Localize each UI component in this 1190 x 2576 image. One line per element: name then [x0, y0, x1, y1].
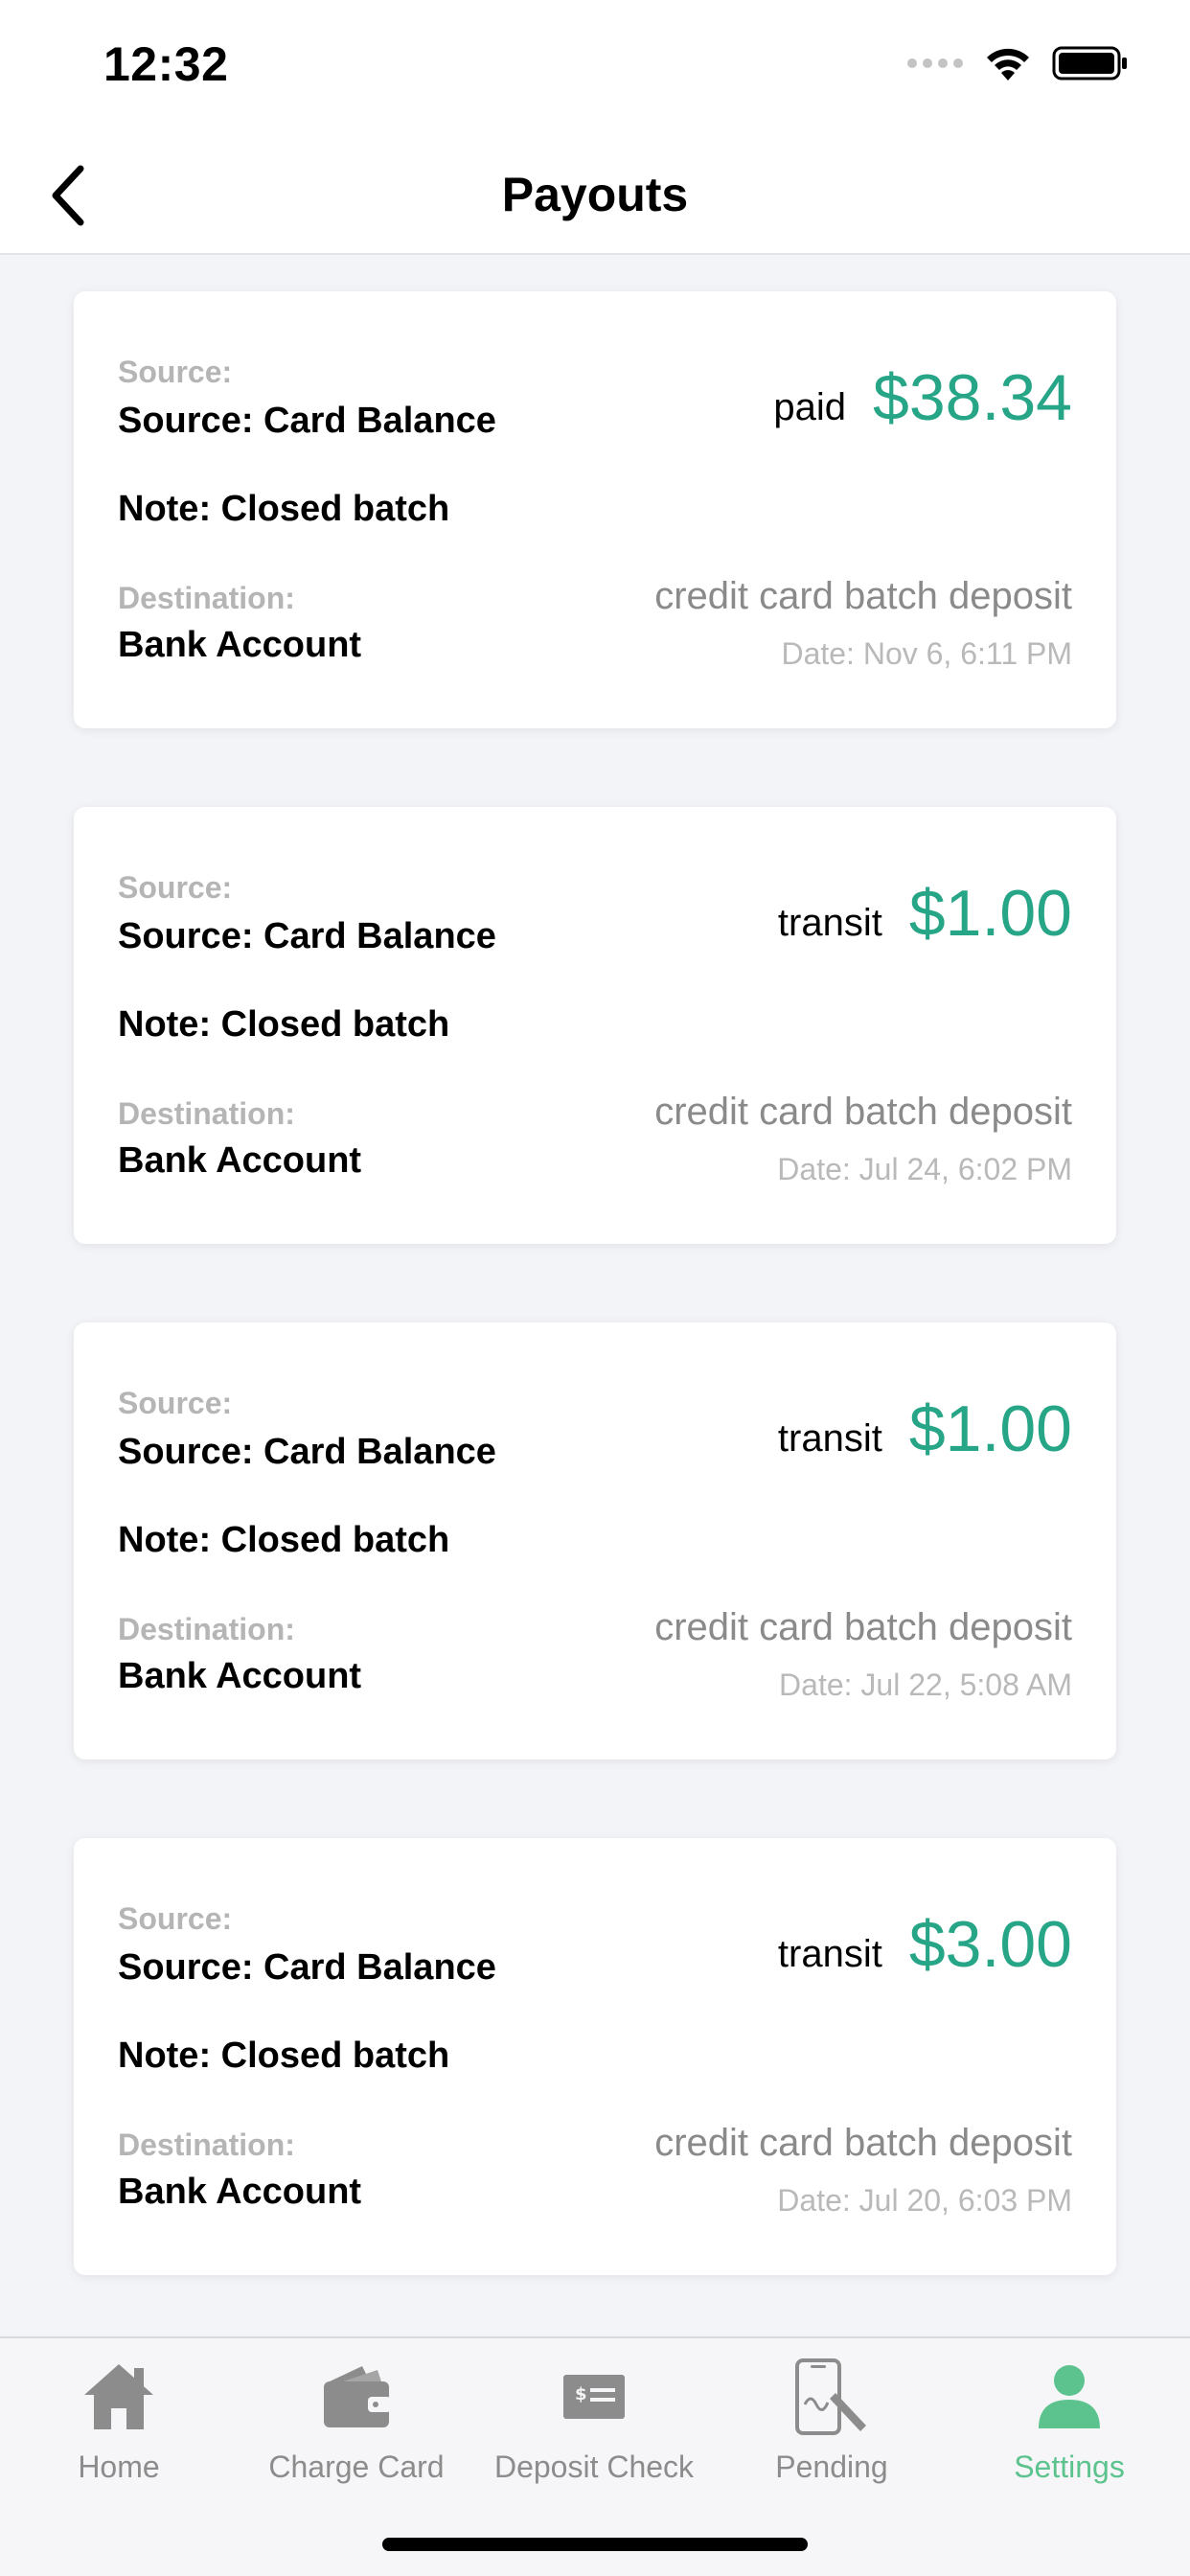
home-icon: [84, 2364, 153, 2429]
payout-amount: $1.00: [908, 877, 1072, 950]
source-value: Source: Card Balance: [118, 401, 496, 441]
source-label: Source:: [118, 355, 233, 389]
battery-icon: [1052, 46, 1127, 80]
payout-type: credit card batch deposit: [654, 1606, 1072, 1648]
wifi-icon: [987, 48, 1029, 80]
back-button[interactable]: [27, 155, 107, 236]
payout-type: credit card batch deposit: [654, 2122, 1072, 2164]
payout-status: transit: [777, 1417, 882, 1460]
note-text: Note: Closed batch: [118, 2036, 450, 2076]
source-label: Source:: [118, 1386, 233, 1420]
payout-date: Date: Jul 22, 5:08 AM: [779, 1668, 1072, 1702]
payout-list[interactable]: Source: Source: Card Balance Note: Close…: [0, 257, 1190, 2336]
source-value: Source: Card Balance: [118, 1947, 496, 1988]
payout-type: credit card batch deposit: [654, 1091, 1072, 1133]
destination-label: Destination:: [118, 2128, 295, 2162]
status-bar: 12:32: [0, 0, 1190, 134]
signal-icon: [907, 58, 963, 68]
tab-settings[interactable]: Settings: [950, 2354, 1188, 2497]
payout-date: Date: Nov 6, 6:11 PM: [781, 636, 1072, 671]
nav-bar: Payouts: [0, 134, 1190, 255]
source-value: Source: Card Balance: [118, 916, 496, 956]
svg-text:$: $: [575, 2384, 587, 2404]
payout-card[interactable]: Source: Source: Card Balance Note: Close…: [74, 1838, 1116, 2275]
source-label: Source:: [118, 1901, 233, 1936]
tab-label: Home: [78, 2450, 160, 2484]
check-icon: $: [563, 2375, 625, 2419]
tab-label: Charge Card: [268, 2450, 445, 2484]
user-icon: [1039, 2365, 1100, 2428]
note-text: Note: Closed batch: [118, 1004, 450, 1045]
payout-amount: $38.34: [873, 361, 1072, 434]
chevron-left-icon: [52, 165, 84, 226]
tab-deposit-check[interactable]: $ Deposit Check: [475, 2354, 713, 2497]
payout-status: transit: [777, 1933, 882, 1975]
tab-home[interactable]: Home: [0, 2354, 238, 2497]
payout-status: transit: [777, 902, 882, 944]
destination-value: Bank Account: [118, 1656, 362, 1696]
phone-sign-icon: [795, 2358, 866, 2435]
destination-label: Destination:: [118, 1612, 295, 1646]
tab-label: Settings: [1014, 2450, 1125, 2484]
tab-pending[interactable]: Pending: [713, 2354, 950, 2497]
payout-date: Date: Jul 20, 6:03 PM: [777, 2183, 1072, 2218]
payout-date: Date: Jul 24, 6:02 PM: [777, 1152, 1072, 1186]
payout-card[interactable]: Source: Source: Card Balance Note: Close…: [74, 1322, 1116, 1760]
payout-status: paid: [773, 386, 847, 428]
wallet-icon: [324, 2366, 391, 2427]
payout-card[interactable]: Source: Source: Card Balance Note: Close…: [74, 291, 1116, 728]
tab-label: Pending: [775, 2450, 888, 2484]
status-time: 12:32: [103, 37, 229, 91]
destination-value: Bank Account: [118, 2172, 362, 2212]
payout-type: credit card batch deposit: [654, 575, 1072, 617]
payout-card[interactable]: Source: Source: Card Balance Note: Close…: [74, 807, 1116, 1244]
destination-value: Bank Account: [118, 1140, 362, 1181]
destination-value: Bank Account: [118, 625, 362, 665]
payout-amount: $3.00: [908, 1908, 1072, 1981]
note-text: Note: Closed batch: [118, 489, 450, 529]
source-value: Source: Card Balance: [118, 1432, 496, 1472]
note-text: Note: Closed batch: [118, 1520, 450, 1560]
tab-label: Deposit Check: [493, 2450, 695, 2484]
page-title: Payouts: [501, 168, 689, 221]
payout-amount: $1.00: [908, 1392, 1072, 1465]
status-icons: [906, 42, 1129, 84]
home-indicator[interactable]: [382, 2538, 808, 2551]
destination-label: Destination:: [118, 581, 295, 615]
tab-charge-card[interactable]: Charge Card: [238, 2354, 475, 2497]
source-label: Source:: [118, 870, 233, 905]
destination-label: Destination:: [118, 1096, 295, 1131]
